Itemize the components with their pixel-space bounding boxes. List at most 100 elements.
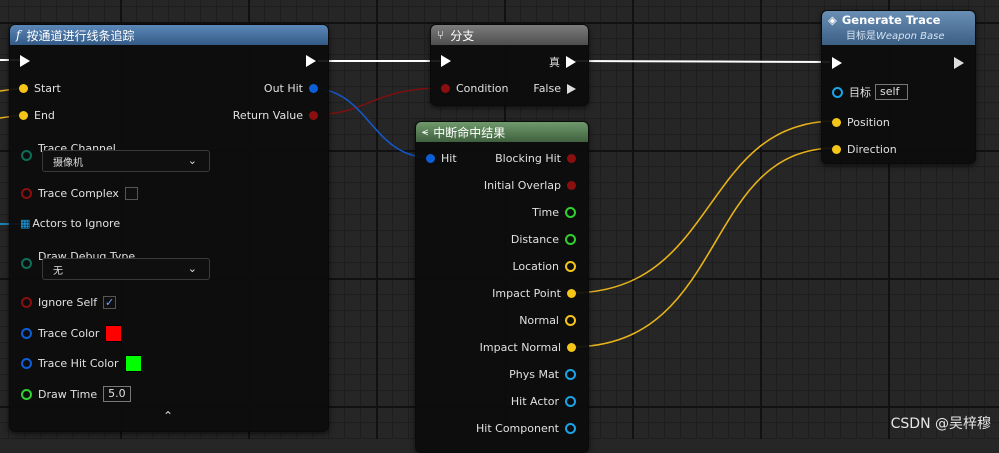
pin-label: Trace Color [38, 327, 100, 340]
pin-trace-complex[interactable]: Trace Complex [21, 187, 138, 200]
exec-in-pin[interactable] [832, 57, 842, 69]
pin-ignore-self[interactable]: Ignore Self ✓ [21, 296, 117, 309]
pin-label: Normal [519, 314, 559, 327]
draw-debug-type-dropdown[interactable]: 无 ⌄ [42, 258, 210, 280]
branch-icon: ⑂ [437, 28, 445, 42]
pin-label: Ignore Self [38, 296, 98, 309]
exec-in-pin[interactable] [20, 55, 30, 67]
pin-label: Position [847, 116, 890, 129]
node-header[interactable]: ⪪ 中断命中结果 [416, 122, 588, 142]
dropdown-value: 摄像机 [53, 157, 83, 169]
pin-output-phys-mat[interactable]: Phys Mat [503, 368, 576, 381]
node-header[interactable]: ⑂ 分支 [431, 25, 588, 45]
draw-time-input[interactable]: 5.0 [103, 386, 131, 402]
vector-pin-icon [19, 111, 28, 120]
byte-pin-icon [21, 150, 32, 161]
node-header[interactable]: f 按通道进行线条追踪 [10, 25, 328, 45]
pin-output-hit-actor[interactable]: Hit Actor [505, 395, 576, 408]
struct-pin-icon [309, 84, 318, 93]
pin-trace-hit-color[interactable]: Trace Hit Color [21, 355, 142, 372]
object-pin-icon [565, 423, 576, 434]
pin-label: Impact Normal [479, 341, 561, 354]
pin-output-distance[interactable]: Distance [505, 233, 576, 246]
exec-out-hollow-icon [567, 83, 576, 94]
linear-color-pin-icon [21, 358, 32, 369]
pin-output-normal[interactable]: Normal [513, 314, 576, 327]
subtitle-prefix: 目标是 [846, 31, 876, 42]
bool-pin-icon [567, 181, 576, 190]
float-pin-icon [21, 388, 32, 400]
byte-pin-icon [21, 258, 32, 269]
trace-hit-color-swatch[interactable] [124, 355, 142, 372]
pin-label: Draw Time [38, 387, 98, 401]
trace-color-swatch[interactable] [105, 325, 123, 342]
trace-complex-checkbox[interactable] [124, 187, 138, 200]
exec-out-icon [566, 56, 576, 68]
pin-true[interactable]: 真 [543, 54, 576, 70]
pin-label: Start [34, 82, 61, 95]
pin-return-value[interactable]: Return Value [227, 109, 318, 122]
pin-output-initial-overlap[interactable]: Initial Overlap [478, 179, 576, 192]
pin-output-impact-point[interactable]: Impact Point [486, 287, 576, 300]
pin-false[interactable]: False [527, 82, 576, 95]
pin-label: Actors to Ignore [32, 217, 121, 230]
pin-label: Return Value [232, 109, 303, 122]
pin-hit[interactable]: Hit [426, 152, 463, 165]
pin-output-time[interactable]: Time [526, 206, 576, 219]
node-break-hit-result[interactable]: ⪪ 中断命中结果 Hit Blocking Hit Initial Overlap… [415, 121, 589, 453]
collapse-arrow-icon[interactable]: ⌃ [163, 409, 173, 423]
node-title: 中断命中结果 [433, 125, 506, 140]
pin-label: Direction [847, 143, 897, 156]
pin-target[interactable]: 目标 self [832, 84, 909, 100]
trace-channel-dropdown[interactable]: 摄像机 ⌄ [42, 150, 210, 172]
struct-pin-icon [426, 154, 435, 163]
pin-label: Condition [456, 82, 509, 95]
array-pin-icon: ▦ [20, 217, 31, 230]
bool-pin-icon [21, 188, 32, 199]
target-self-field[interactable]: self [875, 84, 909, 100]
exec-out-hollow-icon[interactable] [954, 57, 964, 69]
vector-pin-icon [565, 315, 576, 326]
pin-position[interactable]: Position [832, 116, 896, 129]
float-pin-icon [565, 234, 576, 245]
pin-end[interactable]: End [19, 109, 61, 122]
node-branch[interactable]: ⑂ 分支 真 Condition False [430, 24, 589, 106]
object-pin-icon [832, 86, 843, 98]
node-subtitle: 目标是Weapon Base [828, 27, 945, 42]
function-icon: f [16, 28, 21, 42]
pin-start[interactable]: Start [19, 82, 67, 95]
exec-out-pin[interactable] [306, 55, 316, 67]
pin-output-blocking-hit[interactable]: Blocking Hit [489, 152, 576, 165]
pin-label: Out Hit [263, 82, 303, 95]
vector-pin-icon [567, 289, 576, 298]
pin-trace-color[interactable]: Trace Color [21, 325, 123, 342]
pin-label: Hit Actor [510, 395, 559, 408]
vector-pin-icon [19, 84, 28, 93]
pin-draw-time[interactable]: Draw Time 5.0 [21, 386, 131, 402]
event-diamond-icon: ◈ [828, 13, 837, 27]
node-title: 按通道进行线条追踪 [26, 28, 135, 43]
pin-label: Time [532, 206, 559, 219]
float-pin-icon [565, 207, 576, 218]
ignore-self-checkbox[interactable]: ✓ [103, 296, 117, 309]
pin-output-location[interactable]: Location [506, 260, 576, 273]
pin-label: 真 [549, 56, 560, 69]
pin-label: End [34, 109, 55, 122]
pin-condition[interactable]: Condition [441, 82, 515, 95]
pin-output-hit-component[interactable]: Hit Component [470, 422, 576, 435]
exec-in-pin[interactable] [441, 55, 451, 67]
chevron-down-icon: ⌄ [187, 154, 197, 167]
pin-output-impact-normal[interactable]: Impact Normal [474, 341, 576, 354]
pin-direction[interactable]: Direction [832, 143, 903, 156]
node-line-trace-by-channel[interactable]: f 按通道进行线条追踪 Start End Out Hit Return Val… [9, 24, 329, 432]
vector-pin-icon [567, 343, 576, 352]
pin-label: Impact Point [492, 287, 561, 300]
pin-label: 目标 [849, 86, 871, 99]
vector-pin-icon [565, 261, 576, 272]
node-header[interactable]: ◈ Generate Trace 目标是Weapon Base [822, 11, 975, 45]
pin-out-hit[interactable]: Out Hit [258, 82, 318, 95]
linear-color-pin-icon [21, 328, 32, 339]
pin-label: Blocking Hit [495, 152, 561, 165]
node-generate-trace[interactable]: ◈ Generate Trace 目标是Weapon Base 目标 self … [821, 10, 976, 164]
pin-actors-to-ignore[interactable]: ▦ Actors to Ignore [20, 217, 120, 230]
